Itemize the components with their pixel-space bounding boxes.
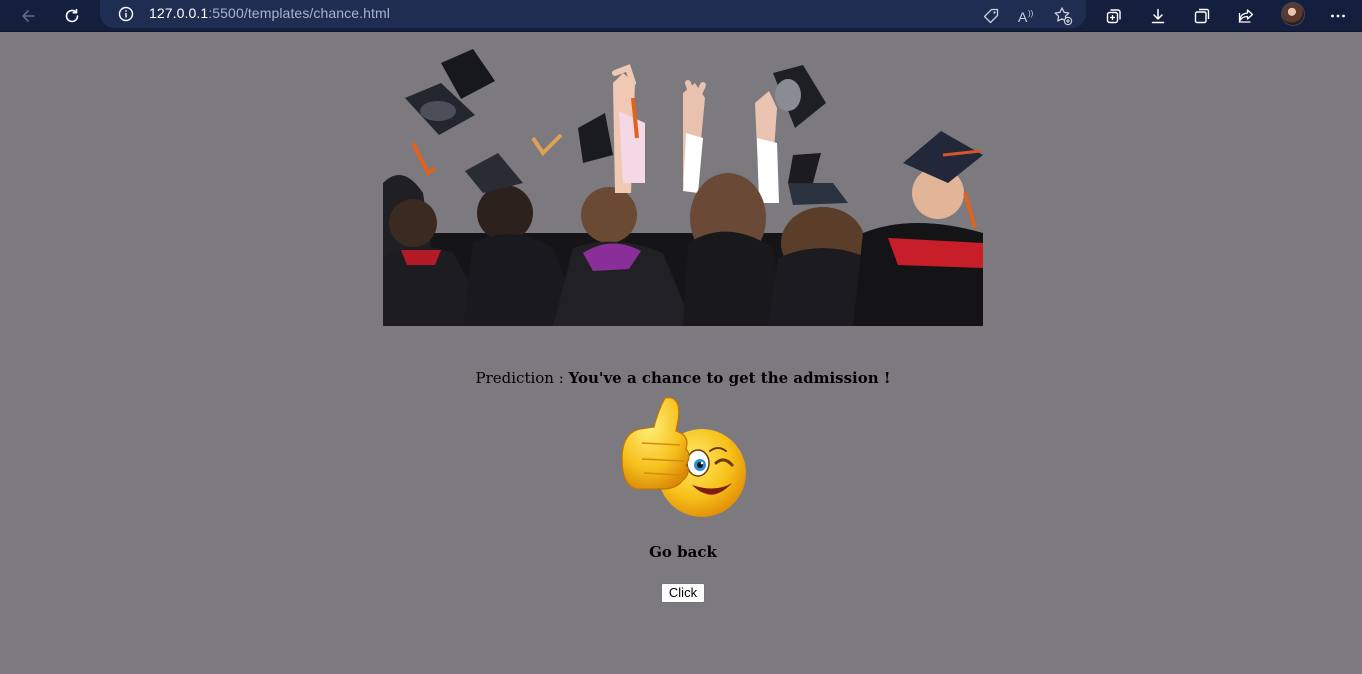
browser-toolbar: 127.0.0.1:5500/templates/chance.html A)) [0,0,1362,32]
go-back-heading: Go back [649,543,717,561]
prediction-label: Prediction : [475,369,569,387]
graduation-caps-photo [383,43,983,326]
read-aloud-icon[interactable]: A)) [1011,0,1043,32]
click-button[interactable]: Click [661,583,705,603]
extensions-icon[interactable] [1186,0,1218,32]
back-icon[interactable] [12,0,44,32]
collections-icon[interactable] [1098,0,1130,32]
share-icon[interactable] [1230,0,1262,32]
svg-text:)): )) [1028,9,1034,18]
profile-avatar[interactable] [1281,2,1305,26]
address-bar[interactable]: 127.0.0.1:5500/templates/chance.html [100,0,1086,28]
url-text: 127.0.0.1:5500/templates/chance.html [149,5,390,21]
thumbs-up-wink-emoji [620,393,750,523]
prediction-text: Prediction : You've a chance to get the … [0,369,1362,387]
favorite-add-icon[interactable] [1047,0,1079,32]
svg-text:A: A [1018,9,1028,25]
tag-icon[interactable] [975,0,1007,32]
prediction-value: You've a chance to get the admission ! [568,369,891,387]
download-icon[interactable] [1142,0,1174,32]
refresh-icon[interactable] [56,0,88,32]
info-icon[interactable] [116,4,136,24]
more-icon[interactable] [1322,0,1354,32]
